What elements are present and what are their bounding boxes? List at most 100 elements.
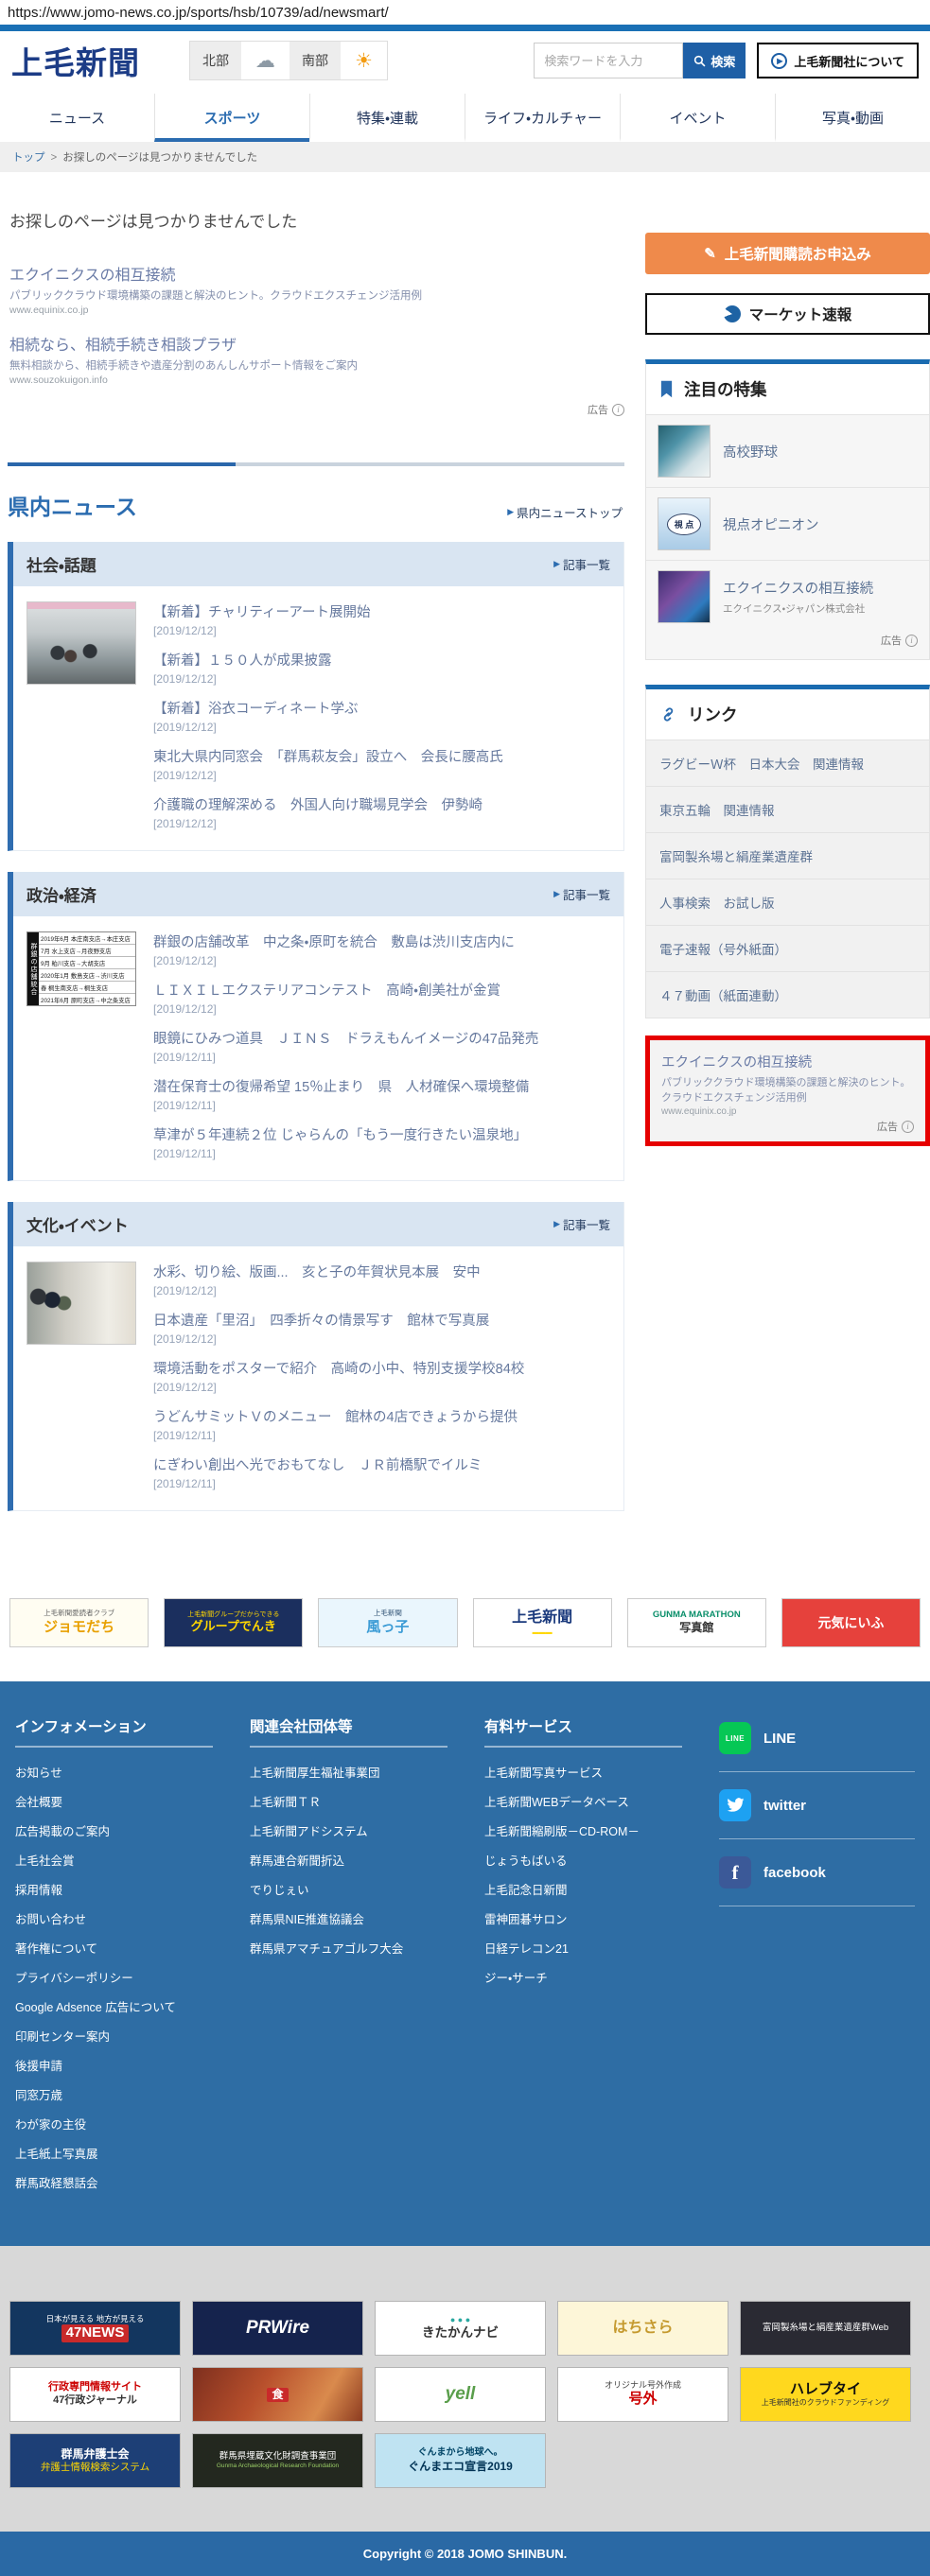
footer-link[interactable]: 会社概要: [15, 1796, 62, 1809]
sns-twitter[interactable]: twitter: [719, 1784, 915, 1826]
news-item-title[interactable]: 潜在保育士の復帰希望 15％止まり 県 人材確保へ環境整備: [153, 1076, 610, 1096]
tab-event[interactable]: イベント: [620, 94, 775, 142]
news-item-title[interactable]: 日本遺産「里沼」 四季折々の情景写す 館林で写真展: [153, 1310, 610, 1330]
footer-link[interactable]: 上毛新聞ＴＲ: [250, 1796, 321, 1809]
news-item-title[interactable]: 水彩、切り絵、版画... 亥と子の年賀状見本展 安中: [153, 1262, 610, 1281]
partner-gunma-marathon[interactable]: GUNMA MARATHON 写真館: [626, 1598, 766, 1647]
sidebar-link[interactable]: 東京五輪 関連情報: [646, 786, 929, 832]
footer-link[interactable]: 上毛新聞アドシステム: [250, 1825, 368, 1838]
ad-tile-kitakan-navi[interactable]: ● ● ● きたかんナビ: [375, 2301, 546, 2356]
news-item-title[interactable]: 草津が５年連続２位 じゃらんの「もう一度行きたい温泉地」: [153, 1124, 610, 1144]
news-item-title[interactable]: ＬＩＸＩＬエクステリアコンテスト 高崎・創美社が金賞: [153, 980, 610, 1000]
partner-jomodachi[interactable]: 上毛新聞愛読者クラブ ジョモだち: [9, 1598, 149, 1647]
article-list-link[interactable]: ▶ 記事一覧: [553, 555, 610, 573]
subscribe-button[interactable]: ✎ 上毛新聞購読お申込み: [645, 233, 930, 274]
sidebar-link[interactable]: 人事検索 お試し版: [646, 879, 929, 925]
footer-link[interactable]: 群馬県NIE推進協議会: [250, 1913, 364, 1926]
ad-title[interactable]: エクイニクスの相互接続: [661, 1052, 914, 1071]
ad-tile-gunma-bengoshi[interactable]: 群馬弁護士会 弁護士情報検索システム: [9, 2433, 181, 2488]
footer-link[interactable]: 上毛新聞WEBデータベース: [484, 1796, 629, 1809]
sns-line[interactable]: LINE LINE: [719, 1717, 915, 1759]
tab-life-culture[interactable]: ライフ・カルチャー: [465, 94, 620, 142]
news-item-title[interactable]: 【新着】チャリティーアート展開始: [153, 601, 610, 621]
sidebar-link[interactable]: 富岡製糸場と絹産業遺産群: [646, 832, 929, 879]
news-item-title[interactable]: 東北大県内同窓会 「群馬萩友会」設立へ 会長に腰高氏: [153, 746, 610, 766]
tab-photo-video[interactable]: 写真・動画: [775, 94, 930, 142]
ad-tile-gogai[interactable]: オリジナル号外作成 号外: [557, 2367, 728, 2422]
footer-link[interactable]: 上毛新聞縮刷版－CD-ROM－: [484, 1825, 640, 1838]
sidebar-link[interactable]: ラグビーＷ杯 日本大会 関連情報: [646, 740, 929, 786]
news-item-title[interactable]: 眼鏡にひみつ道具 ＪＩＮＳ ドラえもんイメージの47品発売: [153, 1028, 610, 1048]
text-ad[interactable]: エクイニクスの相互接続 パブリッククラウド環境構築の課題と解決のヒント。クラウド…: [9, 262, 624, 316]
footer-link[interactable]: 著作権について: [15, 1942, 97, 1956]
partner-kazekko[interactable]: 上毛新聞 風っ子: [318, 1598, 458, 1647]
ad-tile-gunma-maibun[interactable]: 群馬県埋蔵文化財調査事業団 Gunma Archaeological Resear…: [192, 2433, 363, 2488]
ad-info-icon[interactable]: i: [905, 634, 918, 647]
site-logo[interactable]: 上毛新聞: [11, 38, 140, 83]
ad-tile-harebutai[interactable]: ハレブタイ 上毛新聞社のクラウドファンディング: [740, 2367, 911, 2422]
footer-link[interactable]: 上毛社会賞: [15, 1854, 75, 1868]
footer-link[interactable]: 上毛紙上写真展: [15, 2148, 98, 2161]
footer-link[interactable]: 採用情報: [15, 1884, 62, 1897]
article-list-link[interactable]: ▶ 記事一覧: [553, 1215, 610, 1233]
featured-item[interactable]: 高校野球: [646, 414, 929, 487]
sns-facebook[interactable]: f facebook: [719, 1852, 915, 1893]
footer-link[interactable]: じょうもばいる: [484, 1854, 568, 1868]
news-photo-thumbnail[interactable]: [26, 1262, 136, 1345]
sidebar-link[interactable]: 電子速報（号外紙面）: [646, 925, 929, 971]
ad-tile-gyosei-journal[interactable]: 行政専門情報サイト 47行政ジャーナル: [9, 2367, 181, 2422]
text-ad[interactable]: 相続なら、相続手続き相談プラザ 無料相談から、相続手続きや遺産分割のあんしんサポ…: [9, 332, 624, 386]
partner-jomo-shinbunsha[interactable]: 上毛新聞 ▬▬▬: [472, 1598, 612, 1647]
news-item-title[interactable]: にぎわい創出へ光でおもてなし ＪＲ前橋駅でイルミ: [153, 1454, 610, 1474]
footer-link[interactable]: 日経テレコン21: [484, 1942, 569, 1956]
footer-link[interactable]: わが家の主役: [15, 2118, 86, 2132]
red-border-ad[interactable]: エクイニクスの相互接続 パブリッククラウド環境構築の課題と解決のヒント。クラウド…: [645, 1036, 930, 1146]
news-item-title[interactable]: 【新着】浴衣コーディネート学ぶ: [153, 698, 610, 718]
article-list-link[interactable]: ▶ 記事一覧: [553, 885, 610, 903]
ad-tile-hachisara[interactable]: はちさら: [557, 2301, 728, 2356]
ad-title[interactable]: エクイニクスの相互接続: [9, 262, 624, 285]
search-input[interactable]: [534, 43, 684, 78]
footer-link[interactable]: 同窓万歳: [15, 2089, 62, 2102]
footer-link[interactable]: 雷神囲碁サロン: [484, 1913, 568, 1926]
ad-title[interactable]: 相続なら、相続手続き相談プラザ: [9, 332, 624, 355]
featured-item[interactable]: エクイニクスの相互接続 エクイニクス・ジャパン株式会社: [646, 560, 929, 633]
footer-link[interactable]: プライバシーポリシー: [15, 1972, 133, 1985]
footer-link[interactable]: 群馬政経懇話会: [15, 2177, 98, 2190]
ad-tile-47news[interactable]: 日本が見える 地方が見える 47NEWS: [9, 2301, 181, 2356]
kennai-top-link[interactable]: ▶ 県内ニューストップ: [507, 503, 623, 521]
ad-tile-yell[interactable]: yell: [375, 2367, 546, 2422]
featured-item[interactable]: 視 点 視点オピニオン: [646, 487, 929, 560]
partner-genki[interactable]: 元気にいふ: [781, 1598, 921, 1647]
bank-table-thumb[interactable]: 群銀の店舗統合 2019年6月 本庄南支店→本庄支店 7月 水上支店→月夜野支店 9月…: [26, 931, 136, 1006]
footer-link[interactable]: お知らせ: [15, 1767, 62, 1780]
sidebar-link[interactable]: ４７動画（紙面連動）: [646, 971, 929, 1018]
footer-link[interactable]: Google Adsence 広告について: [15, 2001, 176, 2014]
footer-link[interactable]: 上毛記念日新聞: [484, 1884, 568, 1897]
footer-link[interactable]: でりじぇい: [250, 1884, 309, 1897]
footer-link[interactable]: お問い合わせ: [15, 1913, 86, 1926]
ad-tile-food-photo[interactable]: 食: [192, 2367, 363, 2422]
tab-feature[interactable]: 特集・連載: [309, 94, 465, 142]
news-item-title[interactable]: 環境活動をポスターで紹介 高崎の小中、特別支援学校84校: [153, 1358, 610, 1378]
news-item-title[interactable]: 群銀の店舗改革 中之条・原町を統合 敷島は渋川支店内に: [153, 931, 610, 951]
ad-tile-gunma-eco[interactable]: ぐんまから地球へ。 ぐんまエコ宣言2019: [375, 2433, 546, 2488]
news-item-title[interactable]: 介護職の理解深める 外国人向け職場見学会 伊勢崎: [153, 794, 610, 814]
footer-link[interactable]: 群馬県アマチュアゴルフ大会: [250, 1942, 403, 1956]
footer-link[interactable]: 上毛新聞厚生福祉事業団: [250, 1767, 380, 1780]
footer-link[interactable]: 広告掲載のご案内: [15, 1825, 110, 1838]
ad-info-icon[interactable]: i: [612, 403, 624, 416]
news-item-title[interactable]: 【新着】１５０人が成果披露: [153, 650, 610, 670]
ad-tile-prwire[interactable]: PRWire: [192, 2301, 363, 2356]
news-photo-thumbnail[interactable]: [26, 601, 136, 685]
footer-link[interactable]: 後援申請: [15, 2060, 62, 2073]
search-button[interactable]: 検索: [683, 43, 746, 78]
footer-link[interactable]: 印刷センター案内: [15, 2030, 110, 2044]
tab-sports[interactable]: スポーツ: [154, 94, 309, 142]
ad-info-icon[interactable]: i: [902, 1120, 914, 1133]
tab-news[interactable]: ニュース: [0, 94, 154, 142]
footer-link[interactable]: 上毛新聞写真サービス: [484, 1767, 603, 1780]
news-item-title[interactable]: うどんサミットＶのメニュー 館林の4店できょうから提供: [153, 1406, 610, 1426]
about-company-button[interactable]: ▶ 上毛新聞社について: [757, 43, 919, 78]
partner-group-denki[interactable]: 上毛新聞グループだからできる グループでんき: [164, 1598, 304, 1647]
